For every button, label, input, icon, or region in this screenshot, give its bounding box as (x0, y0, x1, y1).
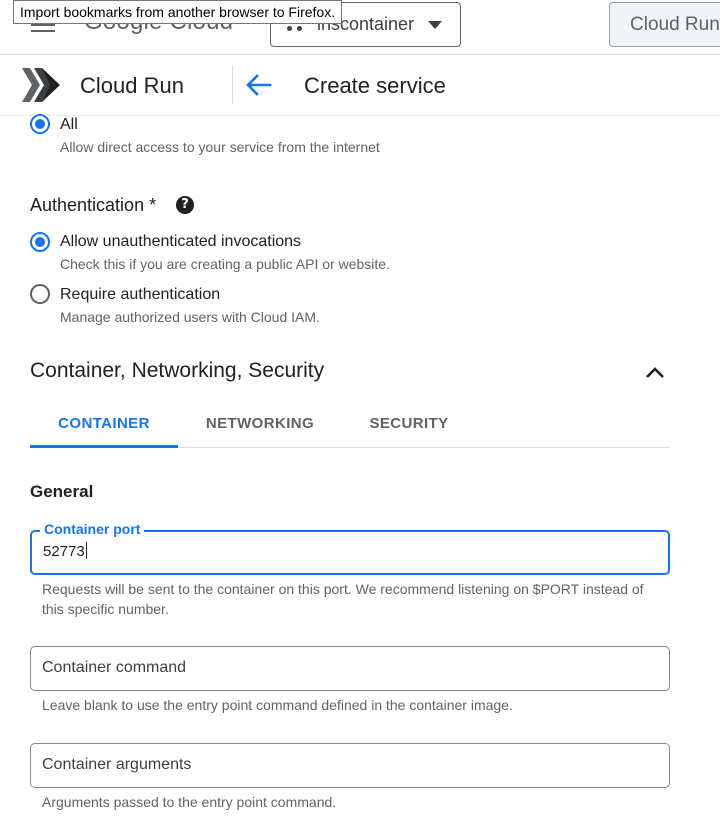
dropdown-caret-icon (428, 21, 442, 29)
page-header: Cloud Run Create service (0, 56, 720, 116)
product-title: Cloud Run (80, 73, 184, 98)
chevron-up-icon[interactable] (644, 365, 666, 379)
ingress-all-radio[interactable] (30, 114, 50, 134)
help-icon[interactable]: ? (176, 196, 194, 214)
authentication-label: Authentication * (30, 195, 157, 215)
require-authentication-help: Manage authorized users with Cloud IAM. (60, 309, 320, 325)
cloud-run-logo-icon (22, 68, 60, 102)
header-divider (232, 66, 233, 104)
browser-tooltip: Import bookmarks from another browser to… (13, 0, 343, 24)
allow-unauthenticated-radio[interactable] (30, 232, 50, 252)
tab-container[interactable]: CONTAINER (30, 401, 178, 448)
page-title: Create service (304, 73, 446, 98)
container-command-field[interactable]: Container command (30, 646, 670, 691)
container-port-field[interactable]: Container port 52773 (30, 521, 670, 575)
text-cursor (85, 542, 87, 559)
ingress-all-help: Allow direct access to your service from… (60, 139, 380, 155)
container-command-placeholder: Container command (42, 659, 187, 676)
require-authentication-label[interactable]: Require authentication (60, 286, 220, 304)
general-heading: General (30, 482, 94, 501)
create-service-form: All Allow direct access to your service … (0, 114, 720, 840)
allow-unauthenticated-label[interactable]: Allow unauthenticated invocations (60, 233, 301, 251)
tab-security[interactable]: SECURITY (348, 401, 470, 447)
allow-unauthenticated-help: Check this if you are creating a public … (60, 256, 390, 272)
ingress-all-label[interactable]: All (60, 116, 78, 134)
container-port-value: 52773 (43, 543, 85, 560)
require-authentication-radio[interactable] (30, 284, 50, 304)
tab-networking[interactable]: NETWORKING (190, 401, 330, 447)
back-arrow-icon[interactable] (244, 73, 272, 97)
container-arguments-placeholder: Container arguments (42, 756, 192, 773)
container-arguments-help: Arguments passed to the entry point comm… (42, 794, 337, 810)
product-button[interactable]: Cloud Run (609, 2, 720, 47)
container-port-label: Container port (40, 521, 145, 537)
section-heading[interactable]: Container, Networking, Security (30, 359, 324, 383)
section-tabs: CONTAINER NETWORKING SECURITY (30, 401, 670, 448)
container-command-help: Leave blank to use the entry point comma… (42, 697, 513, 713)
container-port-input[interactable]: 52773 (43, 542, 87, 560)
container-port-help: Requests will be sent to the container o… (42, 581, 644, 617)
container-arguments-field[interactable]: Container arguments (30, 743, 670, 788)
